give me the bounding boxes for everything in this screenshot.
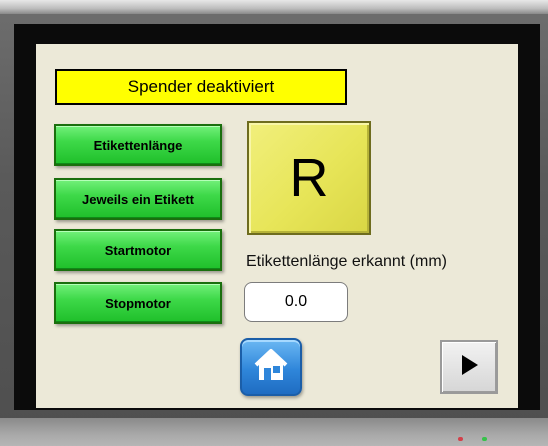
- next-page-button[interactable]: [440, 340, 498, 394]
- stop-motor-button[interactable]: Stopmotor: [54, 282, 222, 324]
- stop-motor-button-label: Stopmotor: [105, 295, 171, 311]
- mode-indicator-tile: R: [247, 121, 371, 235]
- dispenser-status-text: Spender deaktiviert: [127, 77, 275, 96]
- start-motor-button[interactable]: Startmotor: [54, 229, 222, 271]
- single-label-button[interactable]: Jeweils ein Etikett: [54, 178, 222, 220]
- status-led-red: [458, 437, 463, 441]
- detected-length-label: Etikettenlänge erkannt (mm): [246, 253, 447, 270]
- bezel-top-edge: [0, 0, 548, 14]
- label-length-button-label: Etikettenlänge: [93, 137, 183, 153]
- home-icon: [252, 347, 290, 388]
- detected-length-value-field: 0.0: [244, 282, 348, 322]
- start-motor-button-label: Startmotor: [104, 242, 172, 258]
- single-label-button-label: Jeweils ein Etikett: [82, 191, 194, 207]
- home-button[interactable]: [240, 338, 302, 396]
- status-led-green: [482, 437, 487, 441]
- dispenser-status-bar: Spender deaktiviert: [55, 69, 347, 105]
- label-length-button[interactable]: Etikettenlänge: [54, 124, 222, 166]
- detected-length-value: 0.0: [284, 293, 308, 310]
- bezel-bottom-edge: [0, 418, 548, 446]
- play-arrow-icon: [457, 353, 481, 382]
- mode-indicator-letter: R: [289, 148, 329, 208]
